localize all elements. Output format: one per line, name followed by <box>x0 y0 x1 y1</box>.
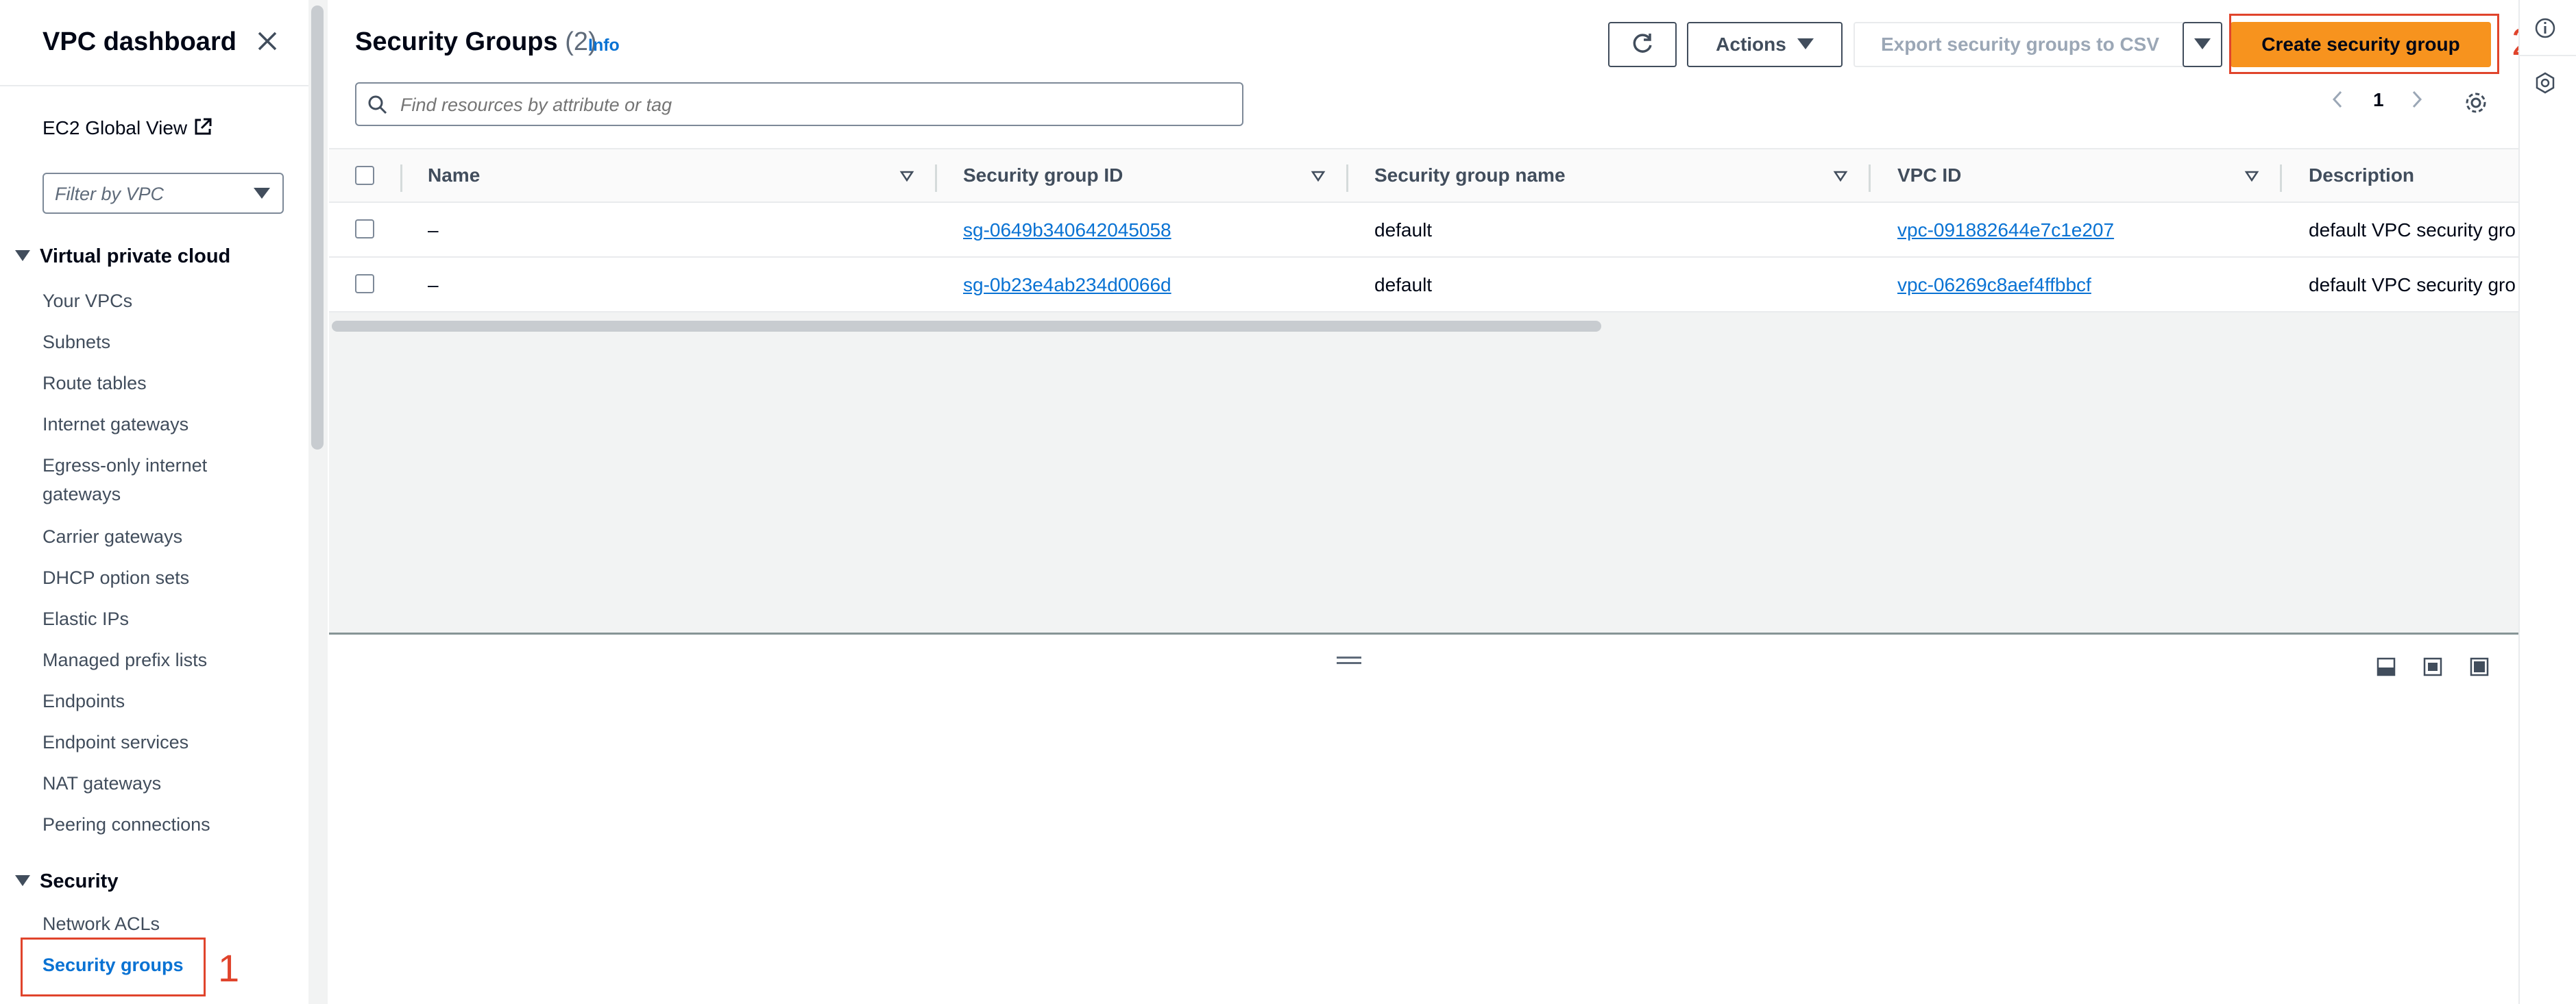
sidebar-item-carrier-gateways[interactable]: Carrier gateways <box>42 522 182 551</box>
gear-icon[interactable] <box>2462 89 2490 117</box>
row-checkbox[interactable] <box>355 274 374 293</box>
sidebar-item-endpoint-services[interactable]: Endpoint services <box>42 728 189 757</box>
next-page-button[interactable] <box>2410 89 2424 114</box>
page-number[interactable]: 1 <box>2373 89 2384 111</box>
section-virtual-private-cloud[interactable]: Virtual private cloud <box>15 245 230 268</box>
caret-down-icon <box>1797 38 1814 49</box>
sort-icon[interactable] <box>1833 170 1848 182</box>
column-divider[interactable] <box>935 164 937 192</box>
cell-description: default VPC security gro <box>2309 274 2516 295</box>
table-row[interactable]: – sg-0649b340642045058 default vpc-09188… <box>329 203 2518 258</box>
main-content: Security Groups (2) Info Actions Export … <box>329 0 2518 1004</box>
cell-vpc-id-link[interactable]: vpc-06269c8aef4ffbbcf <box>1897 274 2091 296</box>
chevron-down-icon <box>254 188 270 199</box>
filter-by-vpc-select[interactable]: Filter by VPC <box>42 173 284 214</box>
sidebar-item-internet-gateways[interactable]: Internet gateways <box>42 410 189 439</box>
page-title-text: Security Groups <box>355 27 558 56</box>
sort-icon[interactable] <box>1311 170 1326 182</box>
actions-button[interactable]: Actions <box>1687 22 1843 67</box>
rail-divider <box>2520 55 2576 56</box>
split-panel-resize-handle[interactable] <box>1337 657 1361 669</box>
previous-page-button[interactable] <box>2331 89 2344 114</box>
sidebar-title[interactable]: VPC dashboard <box>42 27 236 57</box>
search-field[interactable] <box>355 82 1243 126</box>
create-security-group-button[interactable]: Create security group <box>2231 22 2491 67</box>
cell-description: default VPC security gro <box>2309 219 2516 241</box>
cell-security-group-name: default <box>1374 274 1433 295</box>
sidebar-item-route-tables[interactable]: Route tables <box>42 369 147 397</box>
annotation-number-1: 1 <box>218 946 240 990</box>
sidebar-item-managed-prefix-lists[interactable]: Managed prefix lists <box>42 646 207 674</box>
caret-down-icon <box>15 875 30 886</box>
sidebar-item-your-vpcs[interactable]: Your VPCs <box>42 286 132 315</box>
close-icon[interactable] <box>254 27 281 55</box>
sidebar-item-nat-gateways[interactable]: NAT gateways <box>42 769 161 798</box>
column-header-security-group-name[interactable]: Security group name <box>1374 164 1566 186</box>
hexagon-gear-icon[interactable] <box>2534 71 2557 95</box>
page-title: Security Groups (2) <box>355 27 597 57</box>
filter-by-vpc-placeholder: Filter by VPC <box>55 184 165 204</box>
cell-security-group-id-link[interactable]: sg-0b23e4ab234d0066d <box>963 274 1171 296</box>
sidebar-item-security-groups[interactable]: Security groups <box>42 951 184 979</box>
search-input[interactable] <box>400 95 1223 116</box>
split-panel <box>329 635 2518 1004</box>
sidebar-header: VPC dashboard <box>0 0 308 86</box>
refresh-icon <box>1633 34 1652 53</box>
column-header-description[interactable]: Description <box>2309 164 2414 186</box>
cell-vpc-id-link[interactable]: vpc-091882644e7c1e207 <box>1897 219 2114 241</box>
export-dropdown-button[interactable] <box>2183 22 2222 67</box>
chevron-right-icon <box>2412 90 2422 108</box>
section-label: Security <box>40 870 119 892</box>
select-all-checkbox[interactable] <box>355 166 374 185</box>
horizontal-scrollbar[interactable] <box>332 321 1601 332</box>
info-link[interactable]: Info <box>588 36 620 56</box>
cell-name: – <box>428 274 439 295</box>
export-csv-button[interactable]: Export security groups to CSV <box>1854 22 2187 67</box>
caret-down-icon <box>2194 38 2211 49</box>
column-divider[interactable] <box>1869 164 1871 192</box>
caret-down-icon <box>15 250 30 261</box>
column-divider <box>400 164 402 192</box>
sidebar-item-peering-connections[interactable]: Peering connections <box>42 810 210 839</box>
refresh-button[interactable] <box>1608 22 1677 67</box>
column-header-vpc-id[interactable]: VPC ID <box>1897 164 1961 186</box>
ec2-global-view-link[interactable]: EC2 Global View <box>42 117 213 139</box>
split-panel-side-icon[interactable] <box>2422 657 2443 677</box>
sidebar-item-subnets[interactable]: Subnets <box>42 328 110 356</box>
column-header-security-group-id[interactable]: Security group ID <box>963 164 1123 186</box>
column-divider[interactable] <box>2280 164 2282 192</box>
external-link-icon <box>193 117 213 137</box>
cell-security-group-name: default <box>1374 219 1433 241</box>
cell-name: – <box>428 219 439 241</box>
ec2-global-view-label: EC2 Global View <box>42 117 188 138</box>
cell-security-group-id-link[interactable]: sg-0649b340642045058 <box>963 219 1171 241</box>
table-header: Name Security group ID Security group na… <box>329 148 2518 203</box>
chevron-left-icon <box>2332 90 2342 108</box>
column-divider[interactable] <box>1346 164 1348 192</box>
row-checkbox[interactable] <box>355 219 374 238</box>
split-panel-full-icon[interactable] <box>2469 657 2490 677</box>
sidebar-item-endpoints[interactable]: Endpoints <box>42 687 125 715</box>
sort-icon[interactable] <box>2244 170 2259 182</box>
actions-label: Actions <box>1716 34 1786 55</box>
security-groups-table: Name Security group ID Security group na… <box>329 148 2518 635</box>
sidebar-item-egress-only-internet-gateways[interactable]: Egress-only internet <box>42 451 207 480</box>
sidebar-scrollbar[interactable] <box>311 5 324 450</box>
info-icon[interactable] <box>2534 16 2557 40</box>
sidebar-item-egress-only-internet-gateways-line2[interactable]: gateways <box>42 480 121 509</box>
column-header-name[interactable]: Name <box>428 164 480 186</box>
table-row[interactable]: – sg-0b23e4ab234d0066d default vpc-06269… <box>329 258 2518 313</box>
split-panel-bottom-icon[interactable] <box>2376 657 2396 677</box>
section-label: Virtual private cloud <box>40 245 231 267</box>
section-security[interactable]: Security <box>15 870 118 893</box>
tools-rail <box>2518 0 2576 1004</box>
sort-icon[interactable] <box>899 170 914 182</box>
sidebar-item-network-acls[interactable]: Network ACLs <box>42 909 160 938</box>
side-navigation: VPC dashboard EC2 Global View Filter by … <box>0 0 328 1004</box>
sidebar-item-elastic-ips[interactable]: Elastic IPs <box>42 604 129 633</box>
sidebar-item-dhcp-option-sets[interactable]: DHCP option sets <box>42 563 189 592</box>
search-icon <box>368 95 387 114</box>
